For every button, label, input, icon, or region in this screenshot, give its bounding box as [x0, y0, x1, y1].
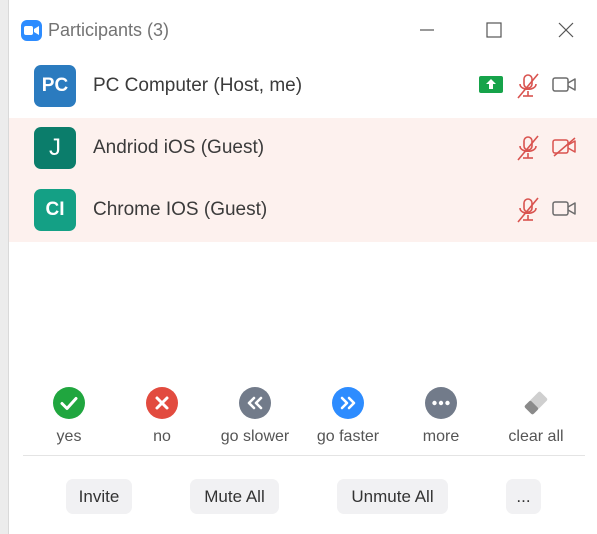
window-title: Participants (3)	[48, 20, 170, 40]
avatar: PC	[34, 65, 76, 107]
minimize-button[interactable]	[415, 18, 439, 42]
reaction-label: go faster	[316, 428, 380, 445]
screen-share-icon[interactable]	[479, 76, 503, 93]
reaction-label: go slower	[220, 428, 290, 445]
mic-muted-icon[interactable]	[515, 134, 541, 167]
title-bar: Participants (3)	[9, 0, 597, 60]
zoom-app-icon	[21, 20, 42, 41]
reaction-no[interactable]: no	[117, 382, 207, 450]
participant-row[interactable]: J Andriod iOS (Guest)	[9, 118, 597, 180]
mic-muted-icon[interactable]	[515, 196, 541, 229]
participant-name: Andriod iOS (Guest)	[93, 137, 265, 158]
reaction-yes[interactable]: yes	[24, 382, 114, 450]
nonverbal-feedback-bar: yes no go slower go faster more clear al…	[9, 382, 597, 452]
mic-muted-icon[interactable]	[515, 72, 541, 105]
reaction-label: no	[153, 428, 171, 445]
eraser-icon	[520, 387, 552, 419]
reaction-go-faster[interactable]: go faster	[303, 382, 393, 450]
reaction-more[interactable]: more	[396, 382, 486, 450]
participants-window: Participants (3) PC PC Computer (Host, m…	[8, 0, 597, 534]
participant-name: Chrome IOS (Guest)	[93, 199, 268, 220]
invite-button[interactable]: Invite	[66, 479, 132, 514]
participant-row[interactable]: PC PC Computer (Host, me)	[9, 56, 597, 118]
more-options-button[interactable]: ...	[506, 479, 541, 514]
maximize-button[interactable]	[482, 18, 506, 42]
ellipsis-icon	[425, 387, 457, 419]
reaction-clear-all[interactable]: clear all	[491, 382, 581, 450]
unmute-all-button[interactable]: Unmute All	[337, 479, 448, 514]
close-button[interactable]	[554, 18, 578, 42]
double-chevron-right-icon	[332, 387, 364, 419]
double-chevron-left-icon	[239, 387, 271, 419]
reaction-label: more	[422, 428, 460, 445]
participant-list: PC PC Computer (Host, me) J Andriod iOS …	[9, 56, 597, 242]
video-camera-icon[interactable]	[551, 74, 577, 101]
participant-row[interactable]: CI Chrome IOS (Guest)	[9, 180, 597, 242]
avatar: J	[34, 127, 76, 169]
participant-name: PC Computer (Host, me)	[93, 75, 303, 96]
mute-all-button[interactable]: Mute All	[190, 479, 279, 514]
x-icon	[146, 387, 178, 419]
checkmark-icon	[53, 387, 85, 419]
video-off-icon[interactable]	[551, 136, 577, 163]
avatar: CI	[34, 189, 76, 231]
reaction-go-slower[interactable]: go slower	[210, 382, 300, 450]
reaction-label: clear all	[508, 428, 564, 445]
video-camera-icon[interactable]	[551, 198, 577, 225]
reaction-label: yes	[56, 428, 82, 445]
divider	[23, 455, 585, 456]
